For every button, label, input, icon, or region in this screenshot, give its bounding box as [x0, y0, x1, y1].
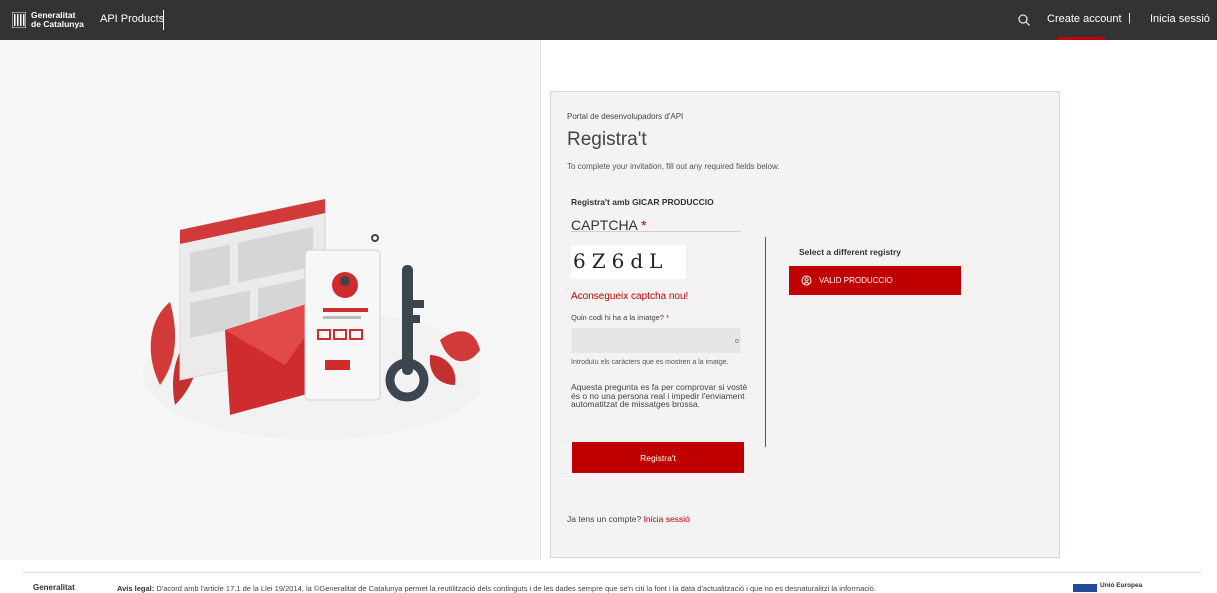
- captcha-image-text: 6Z6dL: [573, 249, 668, 273]
- top-navigation-bar: Generalitat de Catalunya API Products Cr…: [0, 0, 1217, 40]
- create-account-link[interactable]: Create account: [1047, 13, 1122, 25]
- existing-account-question: Ja tens un compte?: [567, 514, 642, 524]
- select-registry-title: Select a different registry: [799, 247, 902, 257]
- captcha-code-label-text: Quin codi hi ha a la imatge?: [571, 313, 664, 322]
- header-separator: |: [1128, 12, 1131, 24]
- or-label: o: [735, 338, 739, 345]
- search-icon[interactable]: [1017, 13, 1031, 27]
- footer: Generalitat Avís legal: D'acord amb l'ar…: [0, 573, 1217, 593]
- captcha-image: 6Z6dL: [571, 245, 686, 279]
- captcha-divider: [571, 231, 741, 232]
- active-tab-indicator: [1057, 37, 1105, 40]
- registration-illustration: [143, 198, 480, 440]
- nav-divider: [163, 10, 164, 30]
- captcha-explanation: Aquesta pregunta es fa per comprovar si …: [571, 382, 748, 409]
- login-link-inline[interactable]: Inicia sessió: [644, 514, 690, 524]
- eu-label: Unió Europea: [1100, 582, 1143, 589]
- brand-line-2: de Catalunya: [31, 18, 84, 29]
- valid-produccio-button[interactable]: VALID PRODUCCIO: [789, 266, 961, 295]
- valid-produccio-label: VALID PRODUCCIO: [819, 276, 893, 285]
- nav-api-products[interactable]: API Products: [100, 13, 164, 25]
- existing-account-text: Ja tens un compte? Inicia sessió: [567, 514, 690, 524]
- generalitat-logo-icon: [12, 11, 26, 28]
- portal-label: Portal de desenvolupadors d'API: [567, 112, 684, 121]
- valid-id-icon: [801, 275, 812, 286]
- footer-logo: Generalitat: [33, 583, 75, 592]
- captcha-hint: Introduïu els caràcters que es mostren a…: [571, 359, 729, 366]
- new-captcha-link[interactable]: Aconsegueix captcha nou!: [571, 291, 688, 302]
- captcha-code-input[interactable]: [571, 328, 741, 353]
- gicar-section-title: Registra't amb GICAR PRODUCCIO: [571, 197, 714, 207]
- illustration-panel: [0, 40, 541, 560]
- intro-text: To complete your invitation, fill out an…: [567, 162, 780, 171]
- register-button[interactable]: Registra't: [572, 442, 744, 473]
- login-link[interactable]: Inicia sessió: [1150, 13, 1210, 25]
- registration-form-card: Portal de desenvolupadors d'API Registra…: [550, 91, 1060, 558]
- page-title: Registra't: [567, 129, 647, 150]
- vertical-divider: [765, 237, 766, 447]
- generalitat-logo[interactable]: Generalitat de Catalunya: [12, 11, 84, 28]
- eu-flag-icon: [1073, 584, 1097, 592]
- required-marker: *: [666, 313, 669, 322]
- captcha-code-label: Quin codi hi ha a la imatge? *: [571, 313, 669, 322]
